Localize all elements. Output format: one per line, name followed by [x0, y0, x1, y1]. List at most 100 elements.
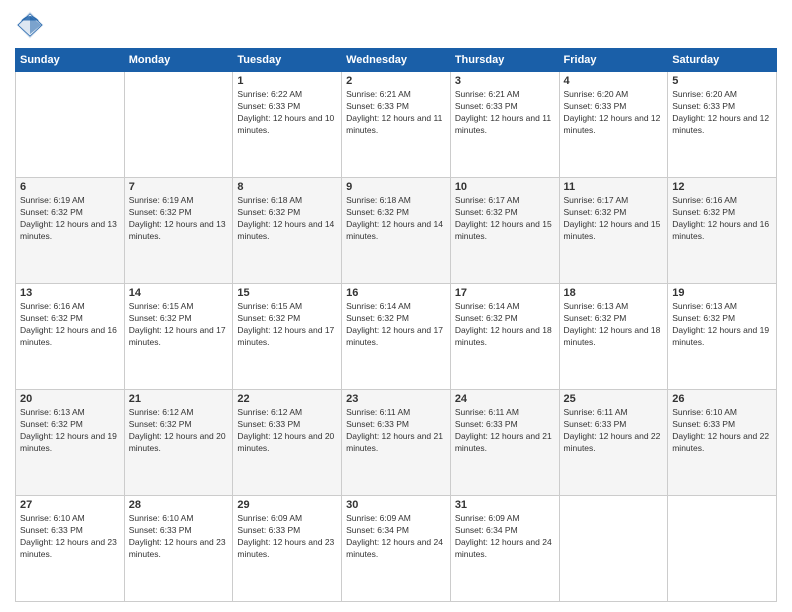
day-number: 22 — [237, 393, 337, 405]
day-info: Sunrise: 6:19 AM Sunset: 6:32 PM Dayligh… — [20, 195, 120, 243]
day-number: 14 — [129, 287, 229, 299]
day-cell: 23 Sunrise: 6:11 AM Sunset: 6:33 PM Dayli… — [342, 390, 451, 496]
day-number: 13 — [20, 287, 120, 299]
day-info: Sunrise: 6:11 AM Sunset: 6:33 PM Dayligh… — [564, 407, 664, 455]
day-info: Sunrise: 6:14 AM Sunset: 6:32 PM Dayligh… — [455, 301, 555, 349]
day-cell: 26Sunrise: 6:10 AM Sunset: 6:33 PM Dayli… — [668, 390, 777, 496]
day-info: Sunrise: 6:19 AM Sunset: 6:32 PM Dayligh… — [129, 195, 229, 243]
day-info: Sunrise: 6:18 AM Sunset: 6:32 PM Dayligh… — [237, 195, 337, 243]
day-cell: 1Sunrise: 6:22 AM Sunset: 6:33 PM Daylig… — [233, 72, 342, 178]
day-cell: 8 Sunrise: 6:18 AM Sunset: 6:32 PM Daylig… — [233, 178, 342, 284]
day-cell: 3Sunrise: 6:21 AM Sunset: 6:33 PM Daylig… — [450, 72, 559, 178]
day-cell: 29Sunrise: 6:09 AM Sunset: 6:33 PM Dayli… — [233, 496, 342, 602]
day-cell: 22 Sunrise: 6:12 AM Sunset: 6:33 PM Dayli… — [233, 390, 342, 496]
day-cell: 7 Sunrise: 6:19 AM Sunset: 6:32 PM Daylig… — [124, 178, 233, 284]
day-cell: 24Sunrise: 6:11 AM Sunset: 6:33 PM Dayli… — [450, 390, 559, 496]
day-info: Sunrise: 6:20 AM Sunset: 6:33 PM Dayligh… — [564, 89, 664, 137]
day-info: Sunrise: 6:21 AM Sunset: 6:33 PM Dayligh… — [455, 89, 555, 137]
day-number: 4 — [564, 75, 664, 87]
header — [15, 10, 777, 40]
day-info: Sunrise: 6:16 AM Sunset: 6:32 PM Dayligh… — [672, 195, 772, 243]
day-info: Sunrise: 6:21 AM Sunset: 6:33 PM Dayligh… — [346, 89, 446, 137]
day-cell: 9 Sunrise: 6:18 AM Sunset: 6:32 PM Daylig… — [342, 178, 451, 284]
day-number: 17 — [455, 287, 555, 299]
day-info: Sunrise: 6:16 AM Sunset: 6:32 PM Dayligh… — [20, 301, 120, 349]
day-info: Sunrise: 6:11 AM Sunset: 6:33 PM Dayligh… — [346, 407, 446, 455]
day-number: 19 — [672, 287, 772, 299]
col-header-friday: Friday — [559, 49, 668, 72]
logo-icon — [15, 10, 45, 40]
day-number: 7 — [129, 181, 229, 193]
day-number: 21 — [129, 393, 229, 405]
day-cell: 13 Sunrise: 6:16 AM Sunset: 6:32 PM Dayli… — [16, 284, 125, 390]
day-cell: 6 Sunrise: 6:19 AM Sunset: 6:32 PM Daylig… — [16, 178, 125, 284]
day-info: Sunrise: 6:12 AM Sunset: 6:33 PM Dayligh… — [237, 407, 337, 455]
day-info: Sunrise: 6:15 AM Sunset: 6:32 PM Dayligh… — [129, 301, 229, 349]
col-header-saturday: Saturday — [668, 49, 777, 72]
week-row-5: 27 Sunrise: 6:10 AM Sunset: 6:33 PM Dayli… — [16, 496, 777, 602]
day-number: 28 — [129, 499, 229, 511]
day-info: Sunrise: 6:09 AM Sunset: 6:33 PM Dayligh… — [237, 513, 337, 561]
day-cell: 14 Sunrise: 6:15 AM Sunset: 6:32 PM Dayli… — [124, 284, 233, 390]
day-info: Sunrise: 6:10 AM Sunset: 6:33 PM Dayligh… — [20, 513, 120, 561]
page: SundayMondayTuesdayWednesdayThursdayFrid… — [0, 0, 792, 612]
col-header-tuesday: Tuesday — [233, 49, 342, 72]
day-info: Sunrise: 6:22 AM Sunset: 6:33 PM Dayligh… — [237, 89, 337, 137]
day-cell: 2 Sunrise: 6:21 AM Sunset: 6:33 PM Daylig… — [342, 72, 451, 178]
day-number: 24 — [455, 393, 555, 405]
day-number: 12 — [672, 181, 772, 193]
day-cell — [559, 496, 668, 602]
day-number: 27 — [20, 499, 120, 511]
day-number: 25 — [564, 393, 664, 405]
day-cell: 10Sunrise: 6:17 AM Sunset: 6:32 PM Dayli… — [450, 178, 559, 284]
day-info: Sunrise: 6:15 AM Sunset: 6:32 PM Dayligh… — [237, 301, 337, 349]
day-number: 31 — [455, 499, 555, 511]
day-cell — [16, 72, 125, 178]
week-row-1: 1Sunrise: 6:22 AM Sunset: 6:33 PM Daylig… — [16, 72, 777, 178]
day-number: 8 — [237, 181, 337, 193]
day-cell: 12 Sunrise: 6:16 AM Sunset: 6:32 PM Dayli… — [668, 178, 777, 284]
day-info: Sunrise: 6:13 AM Sunset: 6:32 PM Dayligh… — [564, 301, 664, 349]
day-info: Sunrise: 6:09 AM Sunset: 6:34 PM Dayligh… — [346, 513, 446, 561]
day-cell: 16Sunrise: 6:14 AM Sunset: 6:32 PM Dayli… — [342, 284, 451, 390]
day-cell — [668, 496, 777, 602]
day-info: Sunrise: 6:17 AM Sunset: 6:32 PM Dayligh… — [564, 195, 664, 243]
day-number: 11 — [564, 181, 664, 193]
day-info: Sunrise: 6:10 AM Sunset: 6:33 PM Dayligh… — [129, 513, 229, 561]
calendar-table: SundayMondayTuesdayWednesdayThursdayFrid… — [15, 48, 777, 602]
day-number: 2 — [346, 75, 446, 87]
day-cell: 25 Sunrise: 6:11 AM Sunset: 6:33 PM Dayli… — [559, 390, 668, 496]
week-row-2: 6 Sunrise: 6:19 AM Sunset: 6:32 PM Daylig… — [16, 178, 777, 284]
day-info: Sunrise: 6:20 AM Sunset: 6:33 PM Dayligh… — [672, 89, 772, 137]
day-cell: 15 Sunrise: 6:15 AM Sunset: 6:32 PM Dayli… — [233, 284, 342, 390]
day-cell: 20Sunrise: 6:13 AM Sunset: 6:32 PM Dayli… — [16, 390, 125, 496]
col-header-sunday: Sunday — [16, 49, 125, 72]
day-cell: 19Sunrise: 6:13 AM Sunset: 6:32 PM Dayli… — [668, 284, 777, 390]
day-number: 26 — [672, 393, 772, 405]
day-number: 18 — [564, 287, 664, 299]
day-cell — [124, 72, 233, 178]
day-info: Sunrise: 6:09 AM Sunset: 6:34 PM Dayligh… — [455, 513, 555, 561]
day-cell: 18 Sunrise: 6:13 AM Sunset: 6:32 PM Dayli… — [559, 284, 668, 390]
day-cell: 17 Sunrise: 6:14 AM Sunset: 6:32 PM Dayli… — [450, 284, 559, 390]
week-row-3: 13 Sunrise: 6:16 AM Sunset: 6:32 PM Dayli… — [16, 284, 777, 390]
day-number: 23 — [346, 393, 446, 405]
day-number: 9 — [346, 181, 446, 193]
day-info: Sunrise: 6:18 AM Sunset: 6:32 PM Dayligh… — [346, 195, 446, 243]
day-number: 6 — [20, 181, 120, 193]
day-info: Sunrise: 6:14 AM Sunset: 6:32 PM Dayligh… — [346, 301, 446, 349]
col-header-monday: Monday — [124, 49, 233, 72]
header-row: SundayMondayTuesdayWednesdayThursdayFrid… — [16, 49, 777, 72]
day-cell: 27 Sunrise: 6:10 AM Sunset: 6:33 PM Dayli… — [16, 496, 125, 602]
day-info: Sunrise: 6:17 AM Sunset: 6:32 PM Dayligh… — [455, 195, 555, 243]
day-cell: 30Sunrise: 6:09 AM Sunset: 6:34 PM Dayli… — [342, 496, 451, 602]
logo — [15, 10, 49, 40]
day-number: 5 — [672, 75, 772, 87]
day-cell: 4 Sunrise: 6:20 AM Sunset: 6:33 PM Daylig… — [559, 72, 668, 178]
day-cell: 11 Sunrise: 6:17 AM Sunset: 6:32 PM Dayli… — [559, 178, 668, 284]
day-cell: 21 Sunrise: 6:12 AM Sunset: 6:32 PM Dayli… — [124, 390, 233, 496]
day-number: 15 — [237, 287, 337, 299]
day-info: Sunrise: 6:12 AM Sunset: 6:32 PM Dayligh… — [129, 407, 229, 455]
day-cell: 31 Sunrise: 6:09 AM Sunset: 6:34 PM Dayli… — [450, 496, 559, 602]
day-number: 20 — [20, 393, 120, 405]
